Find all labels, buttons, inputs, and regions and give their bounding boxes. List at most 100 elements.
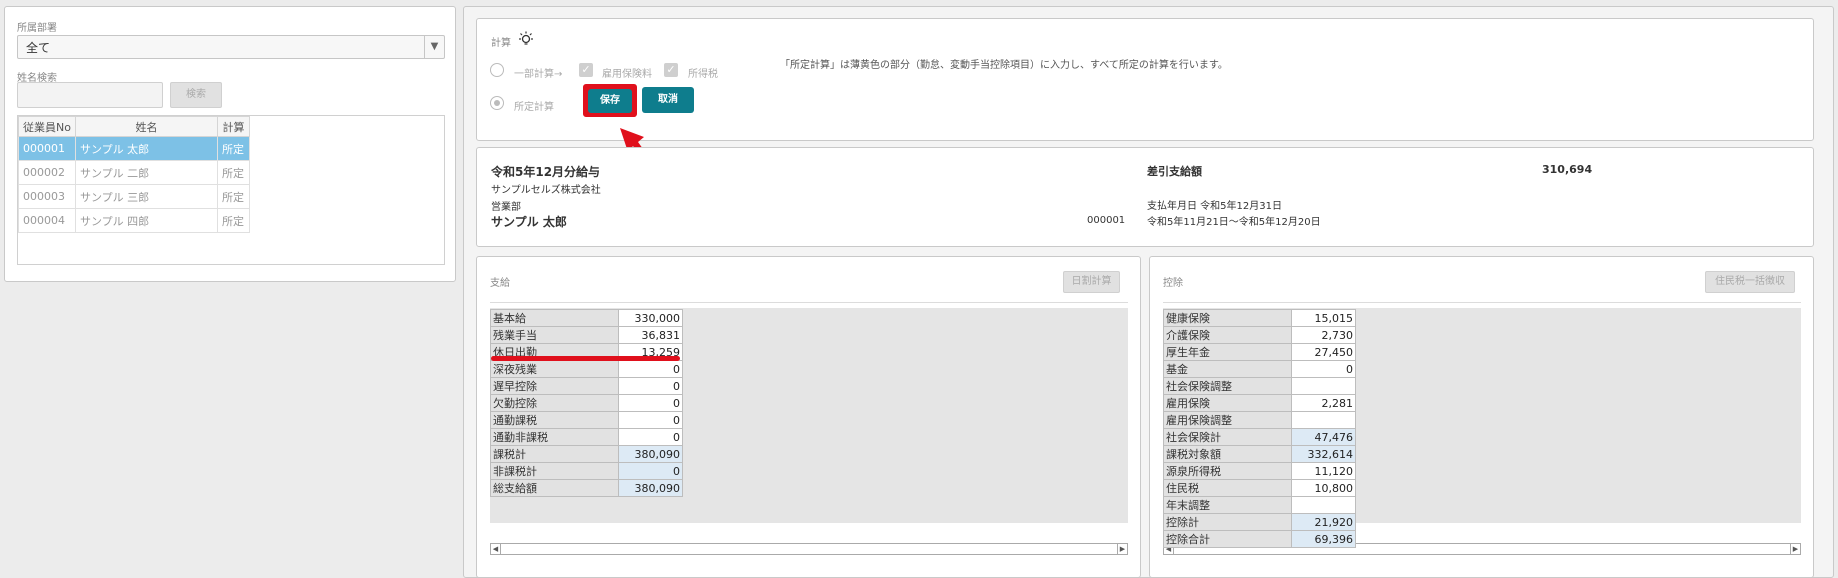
cell-no: 000002 bbox=[18, 160, 76, 185]
sheet-label-cell: 総支給額 bbox=[490, 479, 619, 497]
sheet-row: 社会保険調整 bbox=[1163, 377, 1356, 395]
name-search-input[interactable] bbox=[17, 82, 163, 108]
sheet-value-cell[interactable]: 47,476 bbox=[1291, 428, 1356, 446]
sheet-row: 総支給額 380,090 bbox=[490, 479, 683, 497]
sheet-value-cell[interactable]: 0 bbox=[618, 411, 683, 429]
scroll-right-icon[interactable]: ▶ bbox=[1790, 544, 1800, 554]
sheet-row: 基金 0 bbox=[1163, 360, 1356, 378]
sheet-label-cell: 欠勤控除 bbox=[490, 394, 619, 412]
sheet-value-cell[interactable]: 380,090 bbox=[618, 479, 683, 497]
calc-panel: 計算 一部計算→ ✓ 雇用保険料 ✓ 所得税 「所定計算」は薄黄色の部分（勤怠、… bbox=[476, 18, 1814, 141]
sheet-value-cell[interactable]: 10,800 bbox=[1291, 479, 1356, 497]
table-row[interactable]: 000004 サンプル 四郎 所定 bbox=[18, 208, 250, 233]
payments-scrollbar[interactable]: ◀ ▶ bbox=[490, 543, 1128, 555]
sheet-value-cell[interactable]: 2,730 bbox=[1291, 326, 1356, 344]
sheet-value-cell[interactable] bbox=[1291, 496, 1356, 514]
employee-no: 000001 bbox=[1087, 215, 1126, 226]
underline-annotation bbox=[491, 356, 680, 361]
sheet-label-cell: 雇用保険調整 bbox=[1163, 411, 1292, 429]
col-header-calc: 計算 bbox=[217, 116, 250, 137]
sheet-value-cell[interactable]: 21,920 bbox=[1291, 513, 1356, 531]
sheet-row: 通勤非課税 0 bbox=[490, 428, 683, 446]
sheet-label-cell: 課税対象額 bbox=[1163, 445, 1292, 463]
pay-date: 支払年月日 令和5年12月31日 bbox=[1147, 201, 1282, 212]
sheet-row: 控除合計 69,396 bbox=[1163, 530, 1356, 548]
sheet-row: 住民税 10,800 bbox=[1163, 479, 1356, 497]
sheet-label-cell: 介護保険 bbox=[1163, 326, 1292, 344]
sheet-row: 深夜残業 0 bbox=[490, 360, 683, 378]
dept-label: 所属部署 bbox=[17, 23, 57, 34]
sheet-row: 残業手当 36,831 bbox=[490, 326, 683, 344]
sheet-row: 遅早控除 0 bbox=[490, 377, 683, 395]
sheet-row: 課税対象額 332,614 bbox=[1163, 445, 1356, 463]
table-row[interactable]: 000002 サンプル 二郎 所定 bbox=[18, 160, 250, 185]
sheet-label-cell: 基本給 bbox=[490, 309, 619, 327]
cell-name: サンプル 二郎 bbox=[75, 160, 218, 185]
sheet-label-cell: 控除計 bbox=[1163, 513, 1292, 531]
sheet-label-cell: 課税計 bbox=[490, 445, 619, 463]
sheet-label-cell: 年末調整 bbox=[1163, 496, 1292, 514]
cell-no: 000004 bbox=[18, 208, 76, 233]
sheet-value-cell[interactable]: 380,090 bbox=[618, 445, 683, 463]
deductions-title: 控除 bbox=[1163, 278, 1183, 289]
dept-select-value: 全て bbox=[26, 41, 51, 55]
sheet-value-cell[interactable]: 0 bbox=[618, 394, 683, 412]
sheet-value-cell[interactable]: 36,831 bbox=[618, 326, 683, 344]
department-name: 営業部 bbox=[491, 202, 521, 213]
sheet-row: 基本給 330,000 bbox=[490, 309, 683, 327]
scroll-left-icon[interactable]: ◀ bbox=[491, 544, 501, 554]
col-header-name: 姓名 bbox=[75, 116, 218, 137]
search-button[interactable]: 検索 bbox=[170, 82, 222, 108]
filter-panel: 所属部署 全て ▼ 姓名検索 検索 従業員No 姓名 計算 000001 サンプ… bbox=[4, 6, 456, 282]
deductions-sheet: 健康保険 15,015 介護保険 2,730 厚生年金 27,450 基金 0 社会保険調整 雇用… bbox=[1163, 309, 1356, 548]
partial-calc-radio[interactable] bbox=[490, 63, 504, 77]
lightbulb-icon bbox=[519, 31, 533, 45]
emp-insurance-checkbox[interactable]: ✓ bbox=[579, 63, 593, 77]
sheet-label-cell: 控除合計 bbox=[1163, 530, 1292, 548]
sheet-value-cell[interactable]: 2,281 bbox=[1291, 394, 1356, 412]
table-row[interactable]: 000003 サンプル 三郎 所定 bbox=[18, 184, 250, 209]
sheet-value-cell[interactable]: 27,450 bbox=[1291, 343, 1356, 361]
calc-note: 「所定計算」は薄黄色の部分（勤怠、変動手当控除項目）に入力し、すべて所定の計算を… bbox=[780, 60, 1228, 71]
cancel-button[interactable]: 取消 bbox=[642, 87, 694, 113]
sheet-value-cell[interactable]: 0 bbox=[618, 462, 683, 480]
sheet-value-cell[interactable]: 0 bbox=[618, 360, 683, 378]
company-name: サンプルセルズ株式会社 bbox=[491, 185, 601, 196]
standard-calc-radio[interactable] bbox=[490, 96, 504, 110]
sheet-row: 通勤課税 0 bbox=[490, 411, 683, 429]
cell-name: サンプル 太郎 bbox=[75, 136, 218, 161]
dept-select[interactable]: 全て ▼ bbox=[17, 35, 445, 59]
sheet-value-cell[interactable]: 15,015 bbox=[1291, 309, 1356, 327]
sheet-value-cell[interactable] bbox=[1291, 411, 1356, 429]
sheet-value-cell[interactable]: 0 bbox=[1291, 360, 1356, 378]
scroll-right-icon[interactable]: ▶ bbox=[1117, 544, 1127, 554]
sheet-value-cell[interactable]: 332,614 bbox=[1291, 445, 1356, 463]
sheet-row: 欠勤控除 0 bbox=[490, 394, 683, 412]
sheet-row: 社会保険計 47,476 bbox=[1163, 428, 1356, 446]
sheet-value-cell[interactable]: 330,000 bbox=[618, 309, 683, 327]
sheet-value-cell[interactable] bbox=[1291, 377, 1356, 395]
divider bbox=[490, 302, 1128, 303]
chevron-down-icon[interactable]: ▼ bbox=[424, 36, 444, 58]
sheet-label-cell: 源泉所得税 bbox=[1163, 462, 1292, 480]
cell-calc: 所定 bbox=[217, 208, 250, 233]
sheet-label-cell: 遅早控除 bbox=[490, 377, 619, 395]
save-button[interactable]: 保存 bbox=[588, 89, 632, 113]
pay-period: 令和5年11月21日～令和5年12月20日 bbox=[1147, 217, 1321, 228]
sheet-row: 非課税計 0 bbox=[490, 462, 683, 480]
sheet-value-cell[interactable]: 69,396 bbox=[1291, 530, 1356, 548]
sheet-label-cell: 雇用保険 bbox=[1163, 394, 1292, 412]
payments-sheet: 基本給 330,000 残業手当 36,831 休日出勤 13,259 深夜残業 0 遅早控除 0… bbox=[490, 309, 683, 497]
sheet-value-cell[interactable]: 0 bbox=[618, 428, 683, 446]
resident-tax-button[interactable]: 住民税一括徴収 bbox=[1705, 271, 1795, 293]
sheet-label-cell: 非課税計 bbox=[490, 462, 619, 480]
sheet-label-cell: 基金 bbox=[1163, 360, 1292, 378]
cell-name: サンプル 四郎 bbox=[75, 208, 218, 233]
sheet-value-cell[interactable]: 11,120 bbox=[1291, 462, 1356, 480]
daily-calc-button[interactable]: 日割計算 bbox=[1063, 271, 1120, 293]
income-tax-checkbox[interactable]: ✓ bbox=[664, 63, 678, 77]
table-row[interactable]: 000001 サンプル 太郎 所定 bbox=[18, 136, 250, 161]
sheet-value-cell[interactable]: 0 bbox=[618, 377, 683, 395]
sheet-row: 控除計 21,920 bbox=[1163, 513, 1356, 531]
sheet-row: 健康保険 15,015 bbox=[1163, 309, 1356, 327]
